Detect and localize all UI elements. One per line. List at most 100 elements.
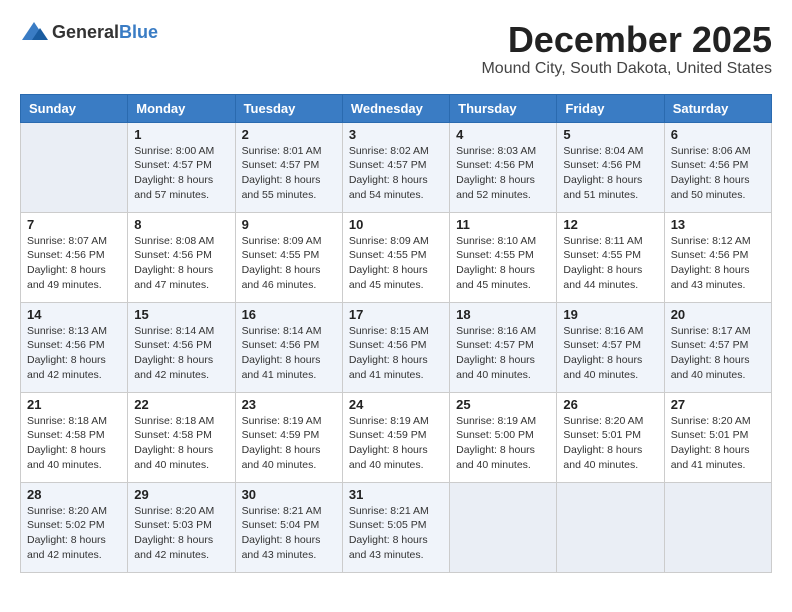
calendar-day-cell <box>21 122 128 212</box>
calendar-day-cell: 11 Sunrise: 8:10 AM Sunset: 4:55 PM Dayli… <box>450 212 557 302</box>
day-number: 29 <box>134 487 228 502</box>
calendar-week-row: 28Sunrise: 8:20 AM Sunset: 5:02 PM Dayli… <box>21 482 772 572</box>
weekday-header: Sunday <box>21 94 128 122</box>
day-number: 22 <box>134 397 228 412</box>
day-number: 14 <box>27 307 121 322</box>
day-info: Sunrise: 8:18 AM Sunset: 4:58 PM Dayligh… <box>27 414 121 473</box>
calendar-day-cell: 15 Sunrise: 8:14 AM Sunset: 4:56 PM Dayli… <box>128 302 235 392</box>
calendar-day-cell: 24Sunrise: 8:19 AM Sunset: 4:59 PM Dayli… <box>342 392 449 482</box>
day-info: Sunrise: 8:08 AM Sunset: 4:56 PM Dayligh… <box>134 234 228 293</box>
day-number: 2 <box>242 127 336 142</box>
calendar-day-cell: 22Sunrise: 8:18 AM Sunset: 4:58 PM Dayli… <box>128 392 235 482</box>
calendar-day-cell: 29 Sunrise: 8:20 AM Sunset: 5:03 PM Dayli… <box>128 482 235 572</box>
day-number: 5 <box>563 127 657 142</box>
day-info: Sunrise: 8:21 AM Sunset: 5:04 PM Dayligh… <box>242 504 336 563</box>
day-info: Sunrise: 8:12 AM Sunset: 4:56 PM Dayligh… <box>671 234 765 293</box>
calendar-day-cell: 19 Sunrise: 8:16 AM Sunset: 4:57 PM Dayli… <box>557 302 664 392</box>
calendar-week-row: 7Sunrise: 8:07 AM Sunset: 4:56 PM Daylig… <box>21 212 772 302</box>
day-info: Sunrise: 8:19 AM Sunset: 5:00 PM Dayligh… <box>456 414 550 473</box>
day-number: 23 <box>242 397 336 412</box>
calendar-day-cell: 18 Sunrise: 8:16 AM Sunset: 4:57 PM Dayli… <box>450 302 557 392</box>
calendar-day-cell <box>664 482 771 572</box>
weekday-header: Friday <box>557 94 664 122</box>
day-number: 17 <box>349 307 443 322</box>
day-info: Sunrise: 8:01 AM Sunset: 4:57 PM Dayligh… <box>242 144 336 203</box>
day-info: Sunrise: 8:20 AM Sunset: 5:01 PM Dayligh… <box>563 414 657 473</box>
weekday-header: Saturday <box>664 94 771 122</box>
calendar-day-cell: 9Sunrise: 8:09 AM Sunset: 4:55 PM Daylig… <box>235 212 342 302</box>
calendar-day-cell: 30 Sunrise: 8:21 AM Sunset: 5:04 PM Dayli… <box>235 482 342 572</box>
day-number: 25 <box>456 397 550 412</box>
day-info: Sunrise: 8:20 AM Sunset: 5:03 PM Dayligh… <box>134 504 228 563</box>
calendar-day-cell: 23 Sunrise: 8:19 AM Sunset: 4:59 PM Dayli… <box>235 392 342 482</box>
day-info: Sunrise: 8:02 AM Sunset: 4:57 PM Dayligh… <box>349 144 443 203</box>
logo-general: General <box>52 22 119 42</box>
calendar-week-row: 21 Sunrise: 8:18 AM Sunset: 4:58 PM Dayli… <box>21 392 772 482</box>
day-number: 12 <box>563 217 657 232</box>
day-number: 6 <box>671 127 765 142</box>
day-number: 20 <box>671 307 765 322</box>
day-info: Sunrise: 8:14 AM Sunset: 4:56 PM Dayligh… <box>134 324 228 383</box>
day-info: Sunrise: 8:09 AM Sunset: 4:55 PM Dayligh… <box>349 234 443 293</box>
day-number: 8 <box>134 217 228 232</box>
day-number: 7 <box>27 217 121 232</box>
logo-icon <box>20 20 48 44</box>
day-info: Sunrise: 8:17 AM Sunset: 4:57 PM Dayligh… <box>671 324 765 383</box>
day-info: Sunrise: 8:20 AM Sunset: 5:02 PM Dayligh… <box>27 504 121 563</box>
calendar-table: SundayMondayTuesdayWednesdayThursdayFrid… <box>20 94 772 573</box>
calendar-day-cell: 17Sunrise: 8:15 AM Sunset: 4:56 PM Dayli… <box>342 302 449 392</box>
day-number: 30 <box>242 487 336 502</box>
day-number: 11 <box>456 217 550 232</box>
day-number: 16 <box>242 307 336 322</box>
logo-blue: Blue <box>119 22 158 42</box>
day-number: 3 <box>349 127 443 142</box>
day-number: 18 <box>456 307 550 322</box>
page-header: GeneralBlue December 2025 Mound City, So… <box>20 20 772 78</box>
weekday-header: Wednesday <box>342 94 449 122</box>
day-info: Sunrise: 8:00 AM Sunset: 4:57 PM Dayligh… <box>134 144 228 203</box>
day-info: Sunrise: 8:16 AM Sunset: 4:57 PM Dayligh… <box>563 324 657 383</box>
calendar-day-cell <box>557 482 664 572</box>
day-number: 15 <box>134 307 228 322</box>
calendar-day-cell: 25 Sunrise: 8:19 AM Sunset: 5:00 PM Dayli… <box>450 392 557 482</box>
day-info: Sunrise: 8:10 AM Sunset: 4:55 PM Dayligh… <box>456 234 550 293</box>
day-number: 9 <box>242 217 336 232</box>
calendar-day-cell: 26 Sunrise: 8:20 AM Sunset: 5:01 PM Dayli… <box>557 392 664 482</box>
calendar-day-cell: 16Sunrise: 8:14 AM Sunset: 4:56 PM Dayli… <box>235 302 342 392</box>
weekday-header: Tuesday <box>235 94 342 122</box>
day-info: Sunrise: 8:06 AM Sunset: 4:56 PM Dayligh… <box>671 144 765 203</box>
weekday-header: Monday <box>128 94 235 122</box>
calendar-day-cell: 3 Sunrise: 8:02 AM Sunset: 4:57 PM Daylig… <box>342 122 449 212</box>
day-number: 4 <box>456 127 550 142</box>
day-info: Sunrise: 8:16 AM Sunset: 4:57 PM Dayligh… <box>456 324 550 383</box>
calendar-day-cell: 28Sunrise: 8:20 AM Sunset: 5:02 PM Dayli… <box>21 482 128 572</box>
day-number: 27 <box>671 397 765 412</box>
day-number: 31 <box>349 487 443 502</box>
day-number: 21 <box>27 397 121 412</box>
calendar-day-cell: 12 Sunrise: 8:11 AM Sunset: 4:55 PM Dayli… <box>557 212 664 302</box>
day-number: 24 <box>349 397 443 412</box>
day-info: Sunrise: 8:19 AM Sunset: 4:59 PM Dayligh… <box>242 414 336 473</box>
calendar-day-cell: 14Sunrise: 8:13 AM Sunset: 4:56 PM Dayli… <box>21 302 128 392</box>
month-title: December 2025 <box>481 20 772 60</box>
calendar-day-cell: 13Sunrise: 8:12 AM Sunset: 4:56 PM Dayli… <box>664 212 771 302</box>
calendar-day-cell: 8 Sunrise: 8:08 AM Sunset: 4:56 PM Daylig… <box>128 212 235 302</box>
day-info: Sunrise: 8:21 AM Sunset: 5:05 PM Dayligh… <box>349 504 443 563</box>
calendar-week-row: 1 Sunrise: 8:00 AM Sunset: 4:57 PM Daylig… <box>21 122 772 212</box>
calendar-day-cell: 5 Sunrise: 8:04 AM Sunset: 4:56 PM Daylig… <box>557 122 664 212</box>
calendar-week-row: 14Sunrise: 8:13 AM Sunset: 4:56 PM Dayli… <box>21 302 772 392</box>
day-number: 19 <box>563 307 657 322</box>
day-info: Sunrise: 8:11 AM Sunset: 4:55 PM Dayligh… <box>563 234 657 293</box>
day-info: Sunrise: 8:03 AM Sunset: 4:56 PM Dayligh… <box>456 144 550 203</box>
day-info: Sunrise: 8:04 AM Sunset: 4:56 PM Dayligh… <box>563 144 657 203</box>
calendar-day-cell <box>450 482 557 572</box>
logo: GeneralBlue <box>20 20 158 44</box>
calendar-day-cell: 2 Sunrise: 8:01 AM Sunset: 4:57 PM Daylig… <box>235 122 342 212</box>
day-number: 1 <box>134 127 228 142</box>
calendar-day-cell: 1 Sunrise: 8:00 AM Sunset: 4:57 PM Daylig… <box>128 122 235 212</box>
weekday-header: Thursday <box>450 94 557 122</box>
calendar-day-cell: 4 Sunrise: 8:03 AM Sunset: 4:56 PM Daylig… <box>450 122 557 212</box>
weekday-header-row: SundayMondayTuesdayWednesdayThursdayFrid… <box>21 94 772 122</box>
title-block: December 2025 Mound City, South Dakota, … <box>481 20 772 78</box>
day-number: 26 <box>563 397 657 412</box>
